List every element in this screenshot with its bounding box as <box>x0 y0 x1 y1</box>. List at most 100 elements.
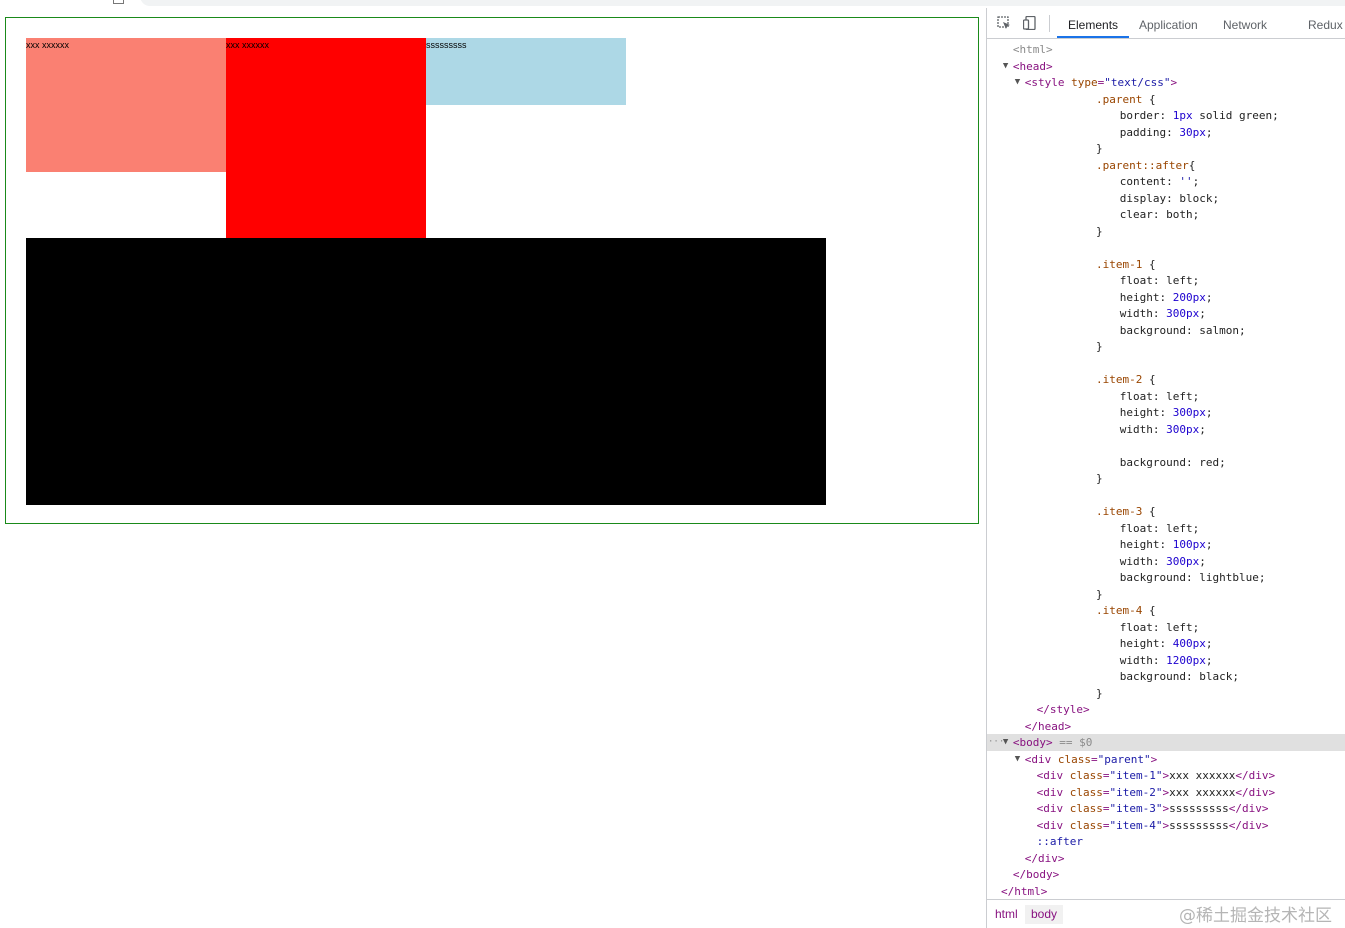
dom-tree-line[interactable]: width: 300px; <box>987 553 1345 570</box>
dom-tree-line[interactable]: .item-3 { <box>987 503 1345 520</box>
dom-tree-line[interactable]: content: ''; <box>987 173 1345 190</box>
item-2-box: xxx xxxxxx <box>226 38 426 238</box>
dom-tree-line[interactable]: background: lightblue; <box>987 569 1345 586</box>
dom-tree-line[interactable]: ▼ <head> <box>987 58 1345 75</box>
dom-tree-line[interactable]: height: 200px; <box>987 289 1345 306</box>
dom-tree-line-content: float: left; <box>1119 389 1200 403</box>
dom-tree-line[interactable]: } <box>987 223 1345 240</box>
dom-tree[interactable]: <html> ▼ <head> ▼ <style type="text/css"> .pa… <box>987 39 1345 901</box>
dom-tree-line-content: </head> <box>1024 719 1072 733</box>
dom-tree-line-content: <style type="text/css"> <box>1024 76 1178 89</box>
dom-tree-line[interactable]: background: red; <box>987 454 1345 471</box>
dom-tree-line[interactable]: </div> <box>987 850 1345 867</box>
dom-tree-line[interactable]: ··· ▼ <body> == $0 <box>987 734 1345 751</box>
dom-tree-line[interactable]: <div class="item-1">xxx xxxxxx</div> <box>987 767 1345 784</box>
dom-tree-line-content: ::after <box>1036 835 1083 848</box>
dom-tree-line[interactable]: </head> <box>987 718 1345 735</box>
dom-tree-line[interactable]: <div class="item-3">sssssssss</div> <box>987 800 1345 817</box>
expand-triangle-icon[interactable]: ▼ <box>1015 74 1020 91</box>
dom-tree-line[interactable]: .parent { <box>987 91 1345 108</box>
dom-tree-line[interactable]: float: left; <box>987 388 1345 405</box>
dom-tree-line[interactable]: background: salmon; <box>987 322 1345 339</box>
dom-tree-line[interactable]: float: left; <box>987 520 1345 537</box>
dom-tree-line[interactable]: padding: 30px; <box>987 124 1345 141</box>
more-dots-icon[interactable]: ··· <box>988 734 1004 751</box>
item-1-box: xxx xxxxxx <box>26 38 226 172</box>
dom-tree-line[interactable]: float: left; <box>987 619 1345 636</box>
device-toolbar-icon[interactable] <box>1022 15 1037 31</box>
parent-container: xxx xxxxxx xxx xxxxxx sssssssss ssssssss… <box>5 17 979 524</box>
dom-tree-line[interactable]: height: 100px; <box>987 536 1345 553</box>
dom-tree-line-content: } <box>1096 472 1103 485</box>
dom-tree-line-content: .parent { <box>1096 92 1156 106</box>
dom-tree-line[interactable]: <div class="item-2">xxx xxxxxx</div> <box>987 784 1345 801</box>
expand-triangle-icon[interactable]: ▼ <box>1015 751 1020 768</box>
page-viewport: xxx xxxxxx xxx xxxxxx sssssssss ssssssss… <box>0 8 986 928</box>
dom-tree-line[interactable] <box>987 239 1345 256</box>
dom-tree-line-content: float: left; <box>1119 521 1200 535</box>
dom-tree-line[interactable]: float: left; <box>987 272 1345 289</box>
dom-tree-line[interactable]: display: block; <box>987 190 1345 207</box>
dom-tree-line[interactable]: <div class="item-4">sssssssss</div> <box>987 817 1345 834</box>
dom-tree-line[interactable] <box>987 355 1345 372</box>
dom-tree-line[interactable]: width: 300px; <box>987 421 1345 438</box>
dom-tree-line[interactable] <box>987 487 1345 504</box>
dom-tree-line-content: height: 400px; <box>1119 637 1213 650</box>
breadcrumb-html[interactable]: html <box>989 905 1024 924</box>
dom-tree-line[interactable]: ▼ <style type="text/css"> <box>987 74 1345 91</box>
dom-tree-line[interactable]: .item-2 { <box>987 371 1345 388</box>
dom-tree-line[interactable]: background: black; <box>987 668 1345 685</box>
dom-tree-line[interactable]: .parent::after{ <box>987 157 1345 174</box>
dom-tree-line-content: float: left; <box>1119 274 1200 287</box>
dom-tree-line-content: .parent::after{ <box>1096 158 1196 172</box>
inspect-element-icon[interactable] <box>997 16 1011 30</box>
dom-tree-line[interactable]: } <box>987 470 1345 487</box>
tab-application[interactable]: Application <box>1128 8 1209 38</box>
dom-tree-line-content: </div> <box>1024 851 1065 865</box>
dom-tree-line[interactable]: </body> <box>987 866 1345 883</box>
watermark: @稀土掘金技术社区 <box>1179 906 1332 926</box>
dom-tree-line-content: } <box>1096 142 1103 155</box>
address-bar[interactable] <box>140 0 1345 6</box>
dom-tree-line-content: </html> <box>1001 884 1048 898</box>
tab-network[interactable]: Network <box>1212 8 1278 38</box>
dom-tree-line-content: } <box>1096 224 1103 238</box>
dom-tree-line[interactable]: width: 1200px; <box>987 652 1345 669</box>
dom-tree-line-content: .item-4 { <box>1096 604 1156 617</box>
dom-tree-line[interactable]: .item-1 { <box>987 256 1345 273</box>
dom-tree-line-content: <html> <box>1012 43 1053 56</box>
dom-tree-line[interactable]: width: 300px; <box>987 305 1345 322</box>
dom-tree-line[interactable]: ::after <box>987 833 1345 850</box>
dom-tree-line-content: } <box>1096 587 1103 601</box>
dom-tree-line-content: } <box>1096 340 1103 353</box>
dom-tree-line[interactable]: } <box>987 338 1345 355</box>
dom-tree-line[interactable]: height: 300px; <box>987 404 1345 421</box>
tab-elements[interactable]: Elements <box>1057 8 1130 38</box>
dom-tree-line[interactable]: } <box>987 685 1345 702</box>
dom-tree-line-content: background: salmon; <box>1119 323 1246 337</box>
dom-tree-line[interactable]: .item-4 { <box>987 602 1345 619</box>
dom-tree-line[interactable]: clear: both; <box>987 206 1345 223</box>
dom-tree-line[interactable] <box>987 437 1345 454</box>
dom-tree-line-content: height: 100px; <box>1119 538 1213 551</box>
tab-redux[interactable]: Redux <box>1297 8 1345 38</box>
dom-tree-line[interactable]: </html> <box>987 883 1345 900</box>
dom-tree-line-content: display: block; <box>1119 191 1220 205</box>
toolbar-divider <box>1049 15 1050 32</box>
dom-tree-line-content: width: 300px; <box>1119 554 1206 568</box>
expand-triangle-icon[interactable]: ▼ <box>1003 734 1008 751</box>
dom-tree-line-content: height: 200px; <box>1119 290 1213 304</box>
dom-tree-line[interactable]: </style> <box>987 701 1345 718</box>
dom-tree-line-content: </style> <box>1036 703 1090 716</box>
dom-tree-line[interactable]: border: 1px solid green; <box>987 107 1345 124</box>
breadcrumb-body[interactable]: body <box>1025 905 1064 924</box>
dom-tree-line-content: background: red; <box>1119 455 1226 469</box>
dom-tree-line[interactable]: } <box>987 586 1345 603</box>
dom-tree-line[interactable]: } <box>987 140 1345 157</box>
expand-triangle-icon[interactable]: ▼ <box>1003 58 1008 75</box>
dom-tree-line[interactable]: <html> <box>987 41 1345 58</box>
dom-tree-line[interactable]: ▼ <div class="parent"> <box>987 751 1345 768</box>
devtools-toolbar: Elements Application Network Redux <box>987 8 1345 39</box>
dom-tree-line-content: <div class="item-3">sssssssss</div> <box>1036 802 1269 815</box>
dom-tree-line[interactable]: height: 400px; <box>987 635 1345 652</box>
